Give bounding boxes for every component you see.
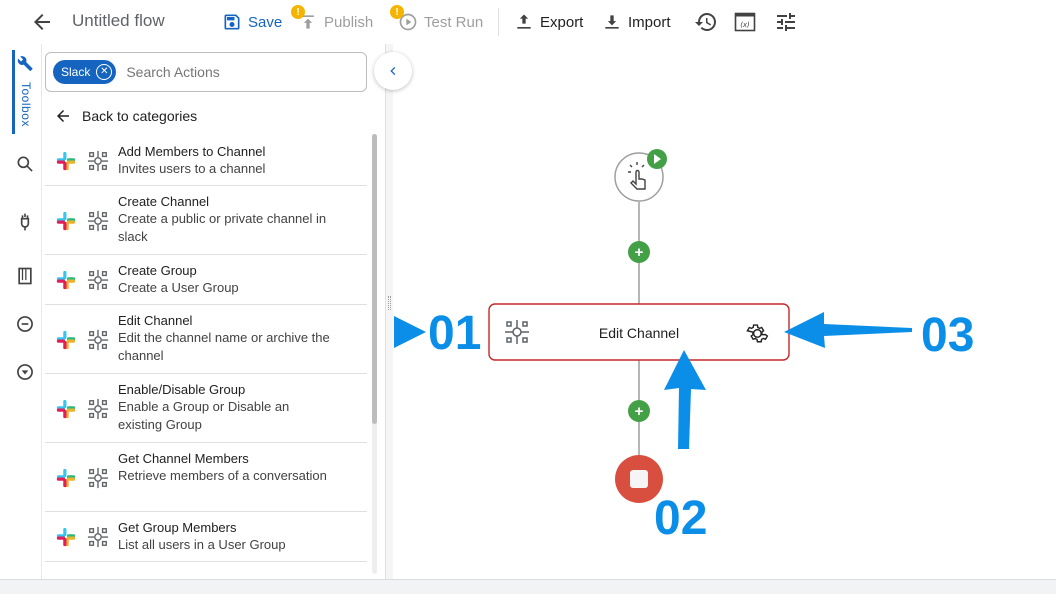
add-step-button-bottom[interactable]: + xyxy=(628,400,650,422)
test-run-button[interactable]: Test Run xyxy=(398,10,483,34)
action-description: List all users in a User Group xyxy=(118,537,286,552)
annotation-label-02: 02 xyxy=(654,492,707,545)
splitter-grip[interactable] xyxy=(388,296,391,310)
flow-node-icon xyxy=(87,467,109,489)
back-to-categories-label: Back to categories xyxy=(82,108,198,124)
import-button[interactable]: Import xyxy=(602,10,671,34)
action-list-item[interactable]: Create Group Create a User Group xyxy=(45,255,367,305)
action-title: Create Group xyxy=(118,263,197,278)
slack-logo-icon xyxy=(55,329,77,351)
action-title: Get Channel Members xyxy=(118,451,249,466)
filter-chip-label: Slack xyxy=(61,65,91,79)
slack-logo-icon xyxy=(55,467,77,489)
action-list-item[interactable]: Enable/Disable Group Enable a Group or Di… xyxy=(45,374,367,443)
panel-splitter[interactable] xyxy=(385,44,393,579)
search-input[interactable] xyxy=(126,64,327,80)
action-description: Invites users to a channel xyxy=(118,161,266,176)
action-list-item[interactable]: Edit Channel Edit the channel name or arc… xyxy=(45,305,367,374)
minus-circle-icon[interactable] xyxy=(15,314,35,334)
save-label: Save xyxy=(248,13,283,31)
annotation-arrow-01 xyxy=(394,316,426,348)
save-button[interactable]: Save xyxy=(222,10,282,34)
flow-node-icon xyxy=(87,329,109,351)
settings-sliders-icon[interactable] xyxy=(774,10,798,34)
action-title: Create Channel xyxy=(118,194,210,209)
flow-title[interactable]: Untitled flow xyxy=(72,11,165,31)
add-icon: + xyxy=(635,403,644,420)
flow-node-icon xyxy=(87,398,109,420)
action-list-item[interactable]: Get Group Members List all users in a Use… xyxy=(45,512,367,562)
node-label: Edit Channel xyxy=(599,325,679,341)
annotation-arrow-02 xyxy=(664,350,706,449)
dropdown-circle-icon[interactable] xyxy=(15,362,35,382)
slack-logo-icon xyxy=(55,398,77,420)
variables-icon[interactable]: (x) xyxy=(733,10,757,34)
slack-logo-icon xyxy=(55,269,77,291)
annotation-label-03: 03 xyxy=(921,309,974,362)
annotation-label-01: 01 xyxy=(428,307,481,360)
slack-logo-icon xyxy=(55,210,77,232)
action-list-item[interactable]: Create Channel Create a public or private… xyxy=(45,186,367,255)
collapse-panel-button[interactable] xyxy=(374,52,412,90)
export-button[interactable]: Export xyxy=(514,10,583,34)
import-label: Import xyxy=(628,13,671,31)
bottom-strip xyxy=(0,579,1056,594)
scrollbar-thumb[interactable] xyxy=(372,134,377,424)
actions-panel: Slack ✕ Back to categories Add Members t… xyxy=(42,44,385,579)
annotation-arrow-03 xyxy=(784,312,912,348)
chevron-left-icon xyxy=(390,67,396,75)
action-list-item[interactable]: Add Members to Channel Invites users to a… xyxy=(45,136,367,186)
save-icon xyxy=(224,14,240,30)
connector-plug-icon[interactable] xyxy=(15,212,35,232)
svg-text:(x): (x) xyxy=(740,21,750,29)
toolbox-icon xyxy=(17,56,33,71)
action-title: Get Group Members xyxy=(118,520,237,535)
back-arrow-icon xyxy=(57,110,69,122)
toolbar-divider xyxy=(498,8,499,36)
flow-node-icon xyxy=(87,210,109,232)
start-badge[interactable] xyxy=(647,149,667,169)
back-to-categories-link[interactable]: Back to categories xyxy=(54,107,197,125)
top-toolbar: Untitled flow Save Publish ! Test Run ! … xyxy=(0,0,1056,44)
flow-canvas[interactable]: + Edit Channel + 01 02 03 xyxy=(394,44,1056,579)
action-description: Edit the channel name or archive the cha… xyxy=(118,330,330,363)
history-icon[interactable] xyxy=(694,10,718,34)
publish-warning-icon: ! xyxy=(291,5,305,19)
test-run-label: Test Run xyxy=(424,13,484,31)
flow-node-icon xyxy=(87,150,109,172)
action-description: Create a public or private channel in sl… xyxy=(118,211,327,244)
action-title: Edit Channel xyxy=(118,313,193,328)
flow-node-icon xyxy=(87,526,109,548)
export-label: Export xyxy=(540,13,584,31)
publish-label: Publish xyxy=(324,13,374,31)
stop-icon xyxy=(630,470,648,488)
test-run-warning-icon: ! xyxy=(390,5,404,19)
back-arrow-icon[interactable] xyxy=(30,10,54,34)
toolbox-tab-label: Toolbox xyxy=(19,82,33,127)
action-title: Enable/Disable Group xyxy=(118,382,246,397)
action-description: Retrieve members of a conversation xyxy=(118,468,327,483)
action-title: Add Members to Channel xyxy=(118,144,266,159)
publish-button[interactable]: Publish xyxy=(298,10,373,34)
edit-channel-node[interactable]: Edit Channel xyxy=(488,303,790,361)
search-actions-box[interactable]: Slack ✕ xyxy=(45,52,367,92)
close-icon[interactable]: ✕ xyxy=(96,64,113,80)
flow-editor: Untitled flow Save Publish ! Test Run ! … xyxy=(0,0,1056,594)
slack-logo-icon xyxy=(55,150,77,172)
panel-scrollbar[interactable] xyxy=(372,134,377,574)
flow-node-icon xyxy=(87,269,109,291)
add-step-button-top[interactable]: + xyxy=(628,241,650,263)
left-rail: Toolbox xyxy=(5,44,42,579)
add-icon: + xyxy=(635,244,644,261)
slack-logo-icon xyxy=(55,526,77,548)
search-icon[interactable] xyxy=(15,154,35,174)
filter-chip[interactable]: Slack ✕ xyxy=(53,60,117,84)
templates-icon[interactable] xyxy=(15,266,35,286)
action-list-item[interactable]: Get Channel Members Retrieve members of a… xyxy=(45,443,367,512)
import-icon xyxy=(605,15,619,29)
toolbox-tab[interactable]: Toolbox xyxy=(12,50,37,134)
action-description: Create a User Group xyxy=(118,280,239,295)
action-description: Enable a Group or Disable an existing Gr… xyxy=(118,399,290,432)
export-icon xyxy=(517,14,531,29)
